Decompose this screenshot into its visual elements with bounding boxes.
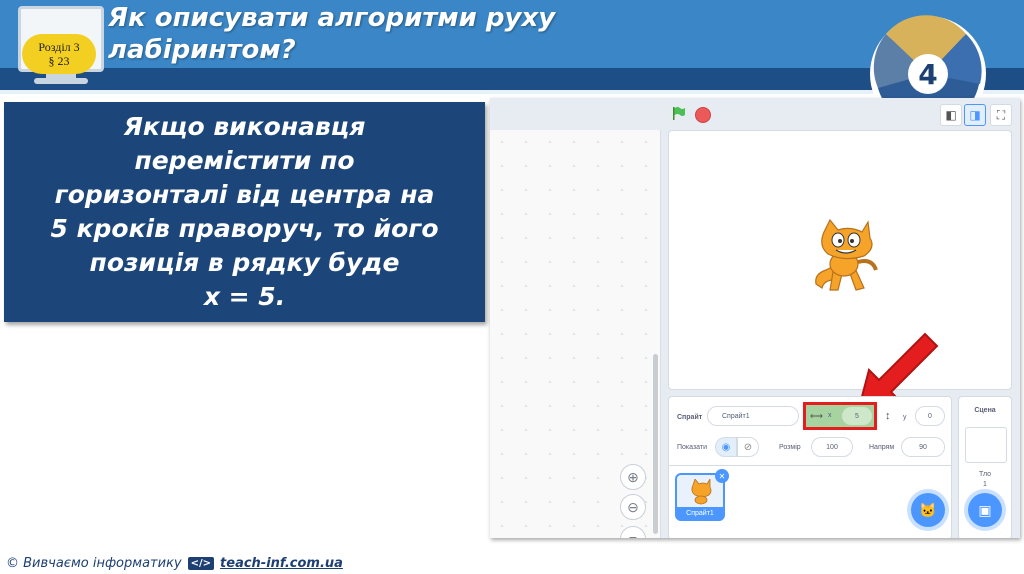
trash-icon[interactable]: ✕ — [715, 469, 729, 483]
explanation-line: горизонталі від центра на — [54, 180, 435, 209]
logo-number: 4 — [918, 58, 937, 91]
small-stage-button[interactable]: ◧ — [940, 104, 962, 126]
choose-sprite-button[interactable]: 🐱 — [911, 493, 945, 527]
large-stage-icon: ◨ — [969, 108, 981, 122]
choose-sprite-icon: 🐱 — [919, 501, 937, 518]
x-label: x — [828, 412, 832, 419]
choose-backdrop-button[interactable]: ▣ — [968, 493, 1002, 527]
copyright-text: © Вивчаємо інформатику — [6, 556, 182, 571]
divider — [669, 465, 951, 466]
choose-backdrop-icon: ▣ — [978, 501, 992, 518]
hide-button[interactable]: ⊘ — [737, 437, 759, 457]
explanation-line: x = 5. — [203, 282, 286, 311]
explanation-line: Якщо виконавця — [123, 112, 366, 141]
direction-label: Напрям — [869, 444, 895, 451]
y-position-input[interactable]: 0 — [915, 406, 945, 426]
fullscreen-button[interactable]: ⛶ — [990, 104, 1012, 126]
zoom-reset-button[interactable]: = — [620, 526, 646, 538]
fullscreen-icon: ⛶ — [996, 107, 1006, 122]
explanation-line: позиція в рядку буде — [89, 248, 400, 277]
sprite-thumbnail[interactable]: Спрайт1 ✕ — [675, 469, 729, 521]
hide-icon: ⊘ — [743, 441, 753, 453]
backdrops-count: 1 — [983, 481, 987, 488]
show-label: Показати — [677, 444, 708, 451]
size-label: Розмір — [779, 444, 801, 451]
sprite-label: Спрайт — [677, 414, 703, 421]
small-stage-icon: ◧ — [945, 108, 957, 122]
zoom-in-button[interactable]: ⊕ — [620, 464, 646, 490]
show-button[interactable]: ◉ — [715, 437, 737, 457]
explanation-line: 5 кроків праворуч, то його — [50, 214, 439, 243]
zoom-reset-icon: = — [629, 531, 637, 538]
zoom-out-button[interactable]: ⊖ — [620, 494, 646, 520]
vertical-arrow-icon: ↕ — [885, 410, 891, 422]
section-badge: Розділ 3 § 23 — [22, 34, 96, 74]
horizontal-arrow-icon: ⟷ — [810, 411, 823, 421]
section-label: Розділ 3 — [38, 40, 80, 54]
scratch-screenshot: ⊕ ⊖ = ◧ ◨ ⛶ Спрайт Спрайт1 ⟷ x 5 ↕ — [490, 98, 1020, 538]
explanation-line: перемістити по — [134, 146, 355, 175]
sprite-info-panel: Спрайт Спрайт1 ⟷ x 5 ↕ y 0 Показати ◉ ⊘ … — [668, 396, 952, 538]
stage-panel-title: Сцена — [974, 407, 996, 414]
sprite-name-input[interactable]: Спрайт1 — [707, 406, 799, 426]
page-title: Як описувати алгоритми руху лабіринтом? — [108, 3, 556, 65]
green-flag-icon[interactable] — [672, 107, 686, 120]
zoom-out-icon: ⊖ — [627, 498, 639, 515]
scratch-cat-sprite[interactable] — [804, 218, 884, 296]
zoom-in-icon: ⊕ — [627, 468, 639, 485]
show-icon: ◉ — [721, 441, 731, 453]
site-link[interactable]: teach-inf.com.ua — [220, 556, 343, 571]
stage-selector-panel[interactable]: Сцена Тло 1 ▣ — [958, 396, 1012, 538]
paragraph-label: § 23 — [48, 54, 70, 68]
y-label: y — [903, 414, 907, 421]
footer: © Вивчаємо інформатику </> teach-inf.com… — [6, 556, 343, 571]
code-area[interactable]: ⊕ ⊖ = — [490, 130, 661, 538]
direction-input[interactable]: 90 — [901, 437, 945, 457]
backdrops-label: Тло — [978, 471, 992, 478]
explanation-box: Якщо виконавця перемістити по горизонтал… — [4, 102, 485, 322]
stop-icon[interactable] — [695, 107, 711, 123]
stage-thumbnail[interactable] — [965, 427, 1007, 463]
code-icon: </> — [187, 557, 215, 570]
size-input[interactable]: 100 — [811, 437, 853, 457]
scrollbar[interactable] — [653, 354, 658, 534]
scratch-cat-icon — [691, 479, 712, 505]
x-position-highlight: ⟷ x 5 — [803, 402, 877, 430]
textbook-logo-icon: 4 — [870, 15, 986, 104]
sprite-thumbnail-label: Спрайт1 — [677, 507, 723, 519]
x-position-input[interactable]: 5 — [842, 407, 872, 425]
large-stage-button[interactable]: ◨ — [964, 104, 986, 126]
